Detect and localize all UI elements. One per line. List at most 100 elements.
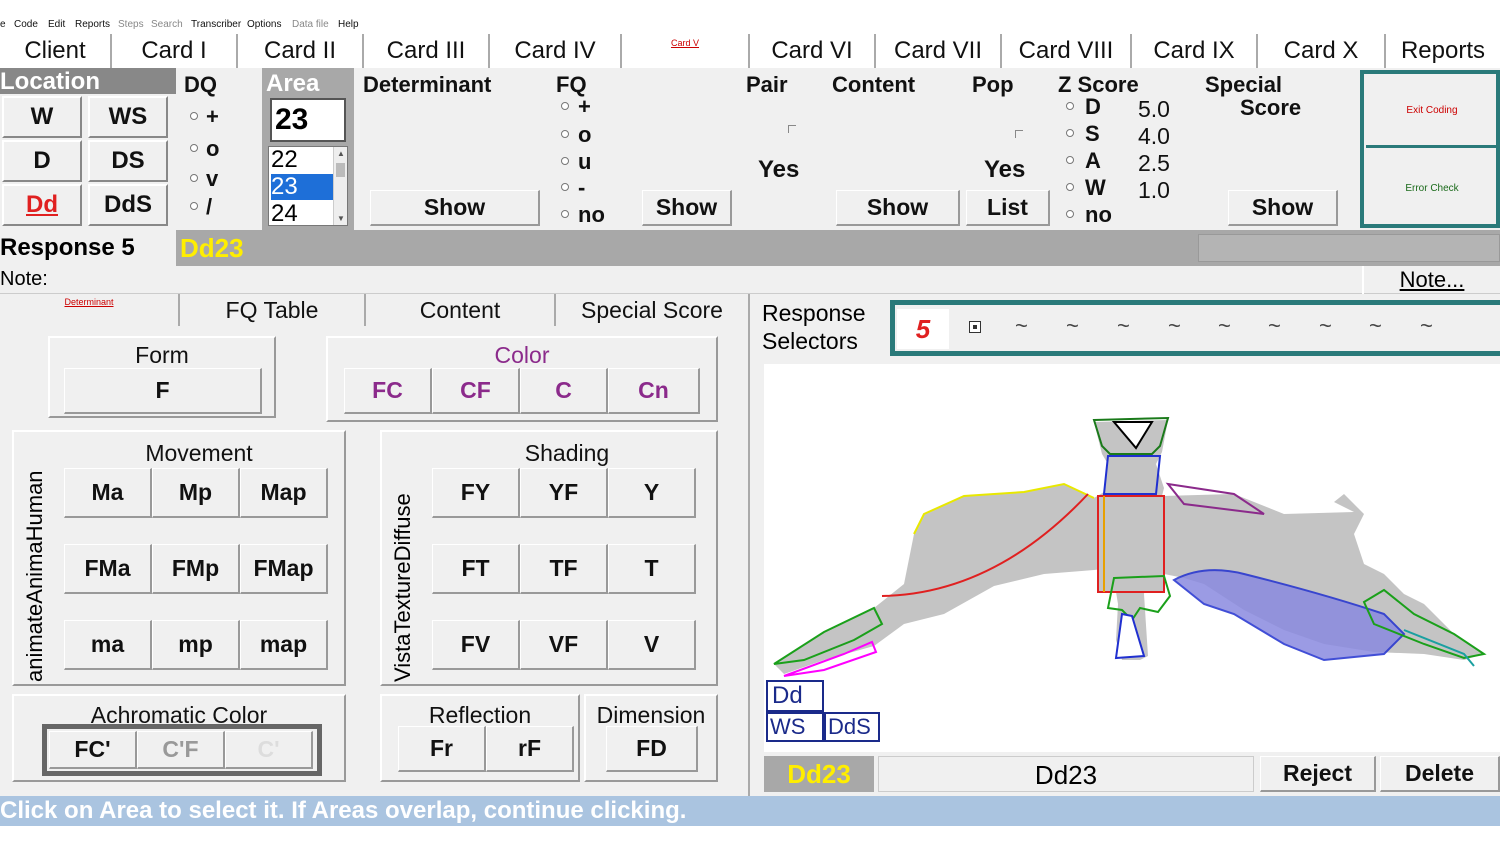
selector-slot[interactable]: ~ xyxy=(1218,313,1231,339)
area-scrollbar[interactable]: ▲ ▼ xyxy=(333,147,347,225)
menu-transcriber[interactable]: Transcriber xyxy=(191,19,241,30)
area-listbox[interactable]: 22 23 24 ▲ ▼ xyxy=(268,146,348,227)
shading-fy-button[interactable]: FY xyxy=(432,468,520,518)
tab-card-4[interactable]: Card IV xyxy=(490,34,622,68)
dq-radio-slash[interactable] xyxy=(190,202,198,210)
color-cf-button[interactable]: CF xyxy=(432,368,520,414)
tab-reports[interactable]: Reports xyxy=(1386,34,1500,68)
dq-radio-v[interactable] xyxy=(190,174,198,182)
movement-mp-button[interactable]: Mp xyxy=(152,468,240,518)
scroll-down-icon[interactable]: ▼ xyxy=(337,214,345,223)
exit-coding-button[interactable]: Exit Coding xyxy=(1366,76,1498,148)
dq-radio-plus[interactable] xyxy=(190,112,198,120)
form-f-button[interactable]: F xyxy=(64,368,262,414)
movement-fmp-button[interactable]: FMp xyxy=(152,544,240,594)
tab-card-2[interactable]: Card II xyxy=(238,34,364,68)
fq-radio-minus[interactable] xyxy=(561,183,569,191)
color-fc-button[interactable]: FC xyxy=(344,368,432,414)
location-ws-button[interactable]: WS xyxy=(88,96,168,138)
scroll-up-icon[interactable]: ▲ xyxy=(337,149,345,158)
selector-current[interactable]: 5 xyxy=(897,309,949,349)
selector-target-icon[interactable] xyxy=(969,321,981,333)
zscore-radio-d[interactable] xyxy=(1066,102,1074,110)
fq-radio-u[interactable] xyxy=(561,157,569,165)
area-list-item[interactable]: 22 xyxy=(271,147,333,173)
area-list-item[interactable]: 24 xyxy=(271,201,333,227)
zscore-radio-a[interactable] xyxy=(1066,156,1074,164)
subtab-content[interactable]: Content xyxy=(366,294,556,326)
reject-button[interactable]: Reject xyxy=(1260,756,1376,792)
zscore-radio-s[interactable] xyxy=(1066,129,1074,137)
dimension-fd-button[interactable]: FD xyxy=(606,726,698,772)
location-d-button[interactable]: D xyxy=(2,140,82,182)
delete-button[interactable]: Delete xyxy=(1380,756,1500,792)
tab-card-6[interactable]: Card VI xyxy=(750,34,876,68)
achromatic-c-button[interactable]: C' xyxy=(225,731,313,769)
tab-card-3[interactable]: Card III xyxy=(364,34,490,68)
tab-card-9[interactable]: Card IX xyxy=(1132,34,1258,68)
area-input[interactable]: 23 xyxy=(270,98,346,142)
zscore-radio-w[interactable] xyxy=(1066,183,1074,191)
menu-data-file[interactable]: Data file xyxy=(292,19,329,30)
tab-card-10[interactable]: Card X xyxy=(1258,34,1386,68)
movement-mp-lower-button[interactable]: mp xyxy=(152,620,240,670)
selector-slot[interactable]: ~ xyxy=(1117,313,1130,339)
color-cn-button[interactable]: Cn xyxy=(608,368,700,414)
shading-ft-button[interactable]: FT xyxy=(432,544,520,594)
selector-slot[interactable]: ~ xyxy=(1015,313,1028,339)
selector-slot[interactable]: ~ xyxy=(1268,313,1281,339)
shading-yf-button[interactable]: YF xyxy=(520,468,608,518)
menu-reports[interactable]: Reports xyxy=(75,19,110,30)
menu-steps[interactable]: Steps xyxy=(118,19,144,30)
error-check-button[interactable]: Error Check xyxy=(1366,152,1498,224)
achromatic-fc-button[interactable]: FC' xyxy=(49,731,137,769)
inkblot-canvas[interactable] xyxy=(764,364,1500,752)
tab-card-5[interactable]: Card V xyxy=(622,34,750,68)
fq-radio-o[interactable] xyxy=(561,130,569,138)
area-list-item-selected[interactable]: 23 xyxy=(271,174,333,200)
menu-code[interactable]: Code xyxy=(14,19,38,30)
tab-card-7[interactable]: Card VII xyxy=(876,34,1002,68)
fq-radio-plus[interactable] xyxy=(561,102,569,110)
pop-checkbox[interactable] xyxy=(1015,130,1023,138)
determinant-show-button[interactable]: Show xyxy=(370,190,540,226)
special-show-button[interactable]: Show xyxy=(1228,190,1338,226)
note-button[interactable]: Note... xyxy=(1362,266,1500,294)
movement-fma-button[interactable]: FMa xyxy=(64,544,152,594)
shading-y-button[interactable]: Y xyxy=(608,468,696,518)
tab-card-8[interactable]: Card VIII xyxy=(1002,34,1132,68)
pop-list-button[interactable]: List xyxy=(966,190,1050,226)
subtab-determinant[interactable]: Determinant xyxy=(0,294,180,326)
zscore-radio-no[interactable] xyxy=(1066,210,1074,218)
movement-map-lower-button[interactable]: map xyxy=(240,620,328,670)
inkblot-image[interactable] xyxy=(764,364,1500,752)
scroll-thumb[interactable] xyxy=(336,163,345,177)
movement-ma-button[interactable]: Ma xyxy=(64,468,152,518)
shading-t-button[interactable]: T xyxy=(608,544,696,594)
selector-slot[interactable]: ~ xyxy=(1369,313,1382,339)
menu-search[interactable]: Search xyxy=(151,19,183,30)
movement-ma-lower-button[interactable]: ma xyxy=(64,620,152,670)
dq-radio-o[interactable] xyxy=(190,144,198,152)
selector-slot[interactable]: ~ xyxy=(1066,313,1079,339)
menu-help[interactable]: Help xyxy=(338,19,359,30)
movement-fmap-button[interactable]: FMap xyxy=(240,544,328,594)
color-c-button[interactable]: C xyxy=(520,368,608,414)
fq-radio-no[interactable] xyxy=(561,210,569,218)
menu-edit[interactable]: Edit xyxy=(48,19,65,30)
tab-card-1[interactable]: Card I xyxy=(112,34,238,68)
subtab-special-score[interactable]: Special Score xyxy=(556,294,748,326)
movement-map-button[interactable]: Map xyxy=(240,468,328,518)
menu-options[interactable]: Options xyxy=(247,19,281,30)
location-dd-button[interactable]: Dd xyxy=(2,184,82,226)
shading-v-button[interactable]: V xyxy=(608,620,696,670)
pair-checkbox[interactable] xyxy=(788,125,796,133)
shading-vf-button[interactable]: VF xyxy=(520,620,608,670)
reflection-fr-button[interactable]: Fr xyxy=(398,726,486,772)
location-ds-button[interactable]: DS xyxy=(88,140,168,182)
tab-client[interactable]: Client xyxy=(0,34,112,68)
content-show-button[interactable]: Show xyxy=(836,190,960,226)
shading-fv-button[interactable]: FV xyxy=(432,620,520,670)
location-w-button[interactable]: W xyxy=(2,96,82,138)
selector-slot[interactable]: ~ xyxy=(1168,313,1181,339)
